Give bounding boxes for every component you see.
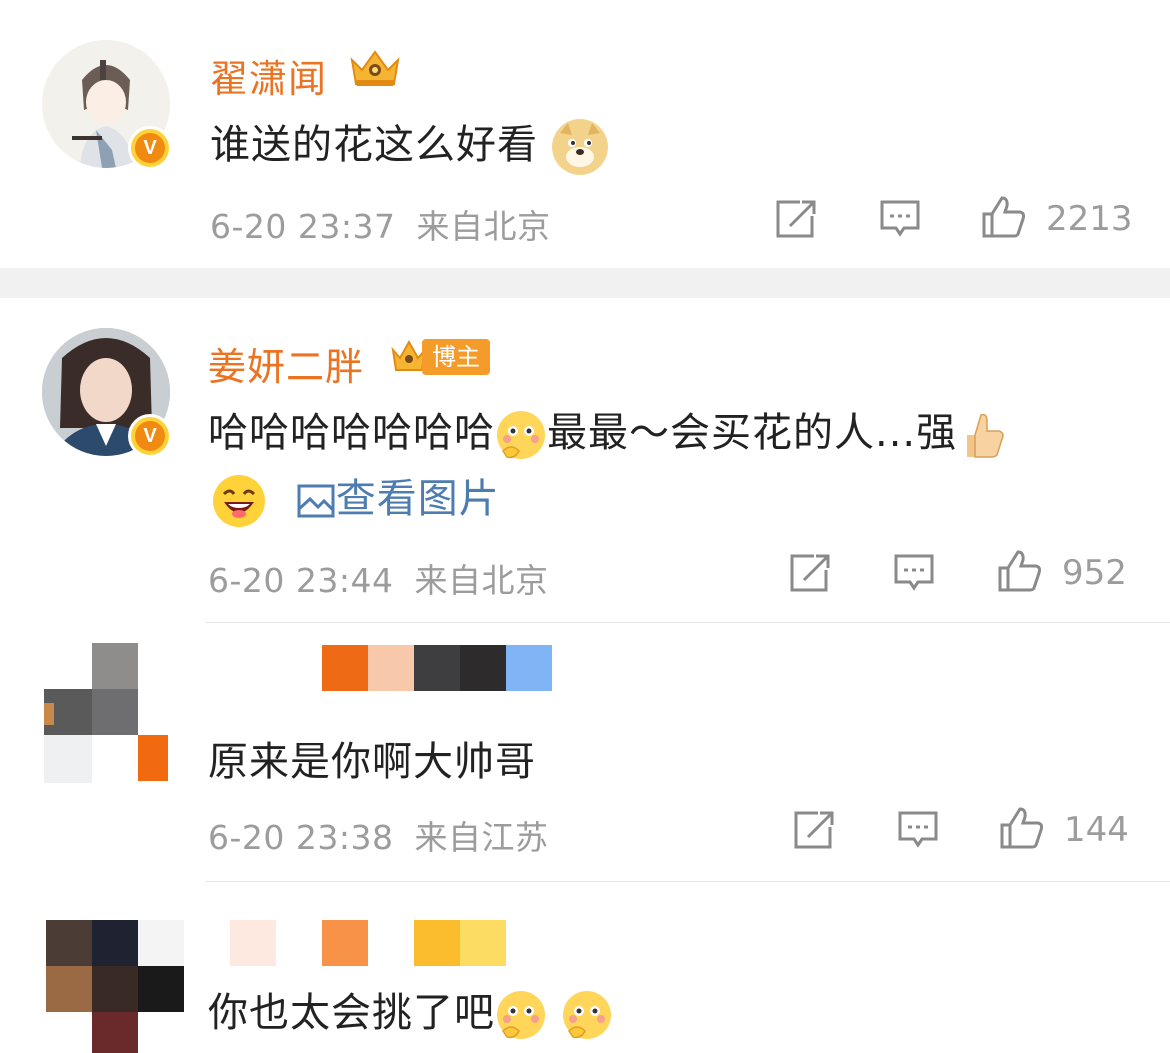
comment-1: V 翟潇闻 谁送的花这么好看 6-20 23:37 来自北京 2213 — [0, 0, 1170, 268]
blogger-badge-label: 博主 — [422, 339, 490, 375]
view-image-label: 查看图片 — [335, 476, 500, 522]
share-icon[interactable] — [774, 198, 818, 240]
comment-text: 原来是你啊大帅哥 — [208, 739, 536, 785]
timestamp: 6-20 23:44 — [208, 561, 394, 600]
avatar-pixelated[interactable] — [46, 920, 186, 1053]
share-icon[interactable] — [792, 809, 836, 851]
comment-4: 你也太会挑了吧 — [0, 882, 1170, 1053]
username-pixelated[interactable] — [322, 645, 554, 691]
comment-text-part: 最最～会买花的人...强 — [547, 410, 958, 456]
like-icon[interactable] — [998, 805, 1046, 851]
thumbs-up-emoji-icon — [957, 409, 1009, 461]
like-count: 144 — [1064, 810, 1129, 850]
thinking-emoji-icon — [495, 409, 547, 461]
image-icon — [297, 484, 335, 518]
laughing-emoji-icon — [212, 474, 266, 528]
username[interactable]: 姜妍二胖 — [208, 336, 364, 391]
verified-icon: V — [128, 126, 172, 170]
comment-text-part: 哈哈哈哈哈哈哈 — [208, 410, 495, 456]
username[interactable]: 翟潇闻 — [210, 48, 327, 103]
view-image-link[interactable]: 查看图片 — [296, 476, 500, 522]
avatar-pixelated[interactable] — [44, 643, 184, 783]
comment-text: 你也太会挑了吧 — [208, 980, 613, 1041]
like-icon[interactable] — [996, 548, 1044, 594]
location: 来自北京 — [416, 207, 551, 246]
comment-meta: 6-20 23:37 来自北京 — [210, 200, 551, 248]
location: 来自江苏 — [414, 818, 549, 857]
comment-meta: 6-20 23:44 来自北京 — [208, 554, 549, 602]
comment-text-line2: 查看图片 — [212, 466, 500, 528]
thinking-emoji-icon — [495, 989, 547, 1041]
section-separator — [0, 268, 1170, 298]
comment-2: V 姜妍二胖 博主 哈哈哈哈哈哈哈 最最～会买花的人...强 查看图片 6-20… — [0, 298, 1170, 620]
timestamp: 6-20 23:37 — [210, 207, 396, 246]
location: 来自北京 — [414, 561, 549, 600]
verified-icon: V — [128, 414, 172, 458]
timestamp: 6-20 23:38 — [208, 818, 394, 857]
like-icon[interactable] — [980, 194, 1028, 240]
blogger-badge: 博主 — [390, 338, 490, 376]
thinking-emoji-icon — [561, 989, 613, 1041]
like-count: 952 — [1062, 553, 1127, 593]
doge-emoji-icon — [551, 119, 608, 175]
share-icon[interactable] — [788, 552, 832, 594]
username-pixelated[interactable] — [230, 920, 510, 966]
like-count: 2213 — [1046, 199, 1133, 239]
comment-text: 谁送的花这么好看 — [210, 112, 608, 175]
comment-3: 原来是你啊大帅哥 6-20 23:38 来自江苏 144 — [0, 623, 1170, 881]
crown-icon — [350, 50, 400, 86]
comment-icon[interactable] — [896, 809, 940, 851]
comment-text-content: 谁送的花这么好看 — [210, 122, 538, 168]
comment-meta: 6-20 23:38 来自江苏 — [208, 811, 549, 859]
comment-icon[interactable] — [878, 198, 922, 240]
comment-text-content: 你也太会挑了吧 — [208, 990, 495, 1036]
comment-text: 哈哈哈哈哈哈哈 最最～会买花的人...强 — [208, 400, 1009, 461]
comment-icon[interactable] — [892, 552, 936, 594]
